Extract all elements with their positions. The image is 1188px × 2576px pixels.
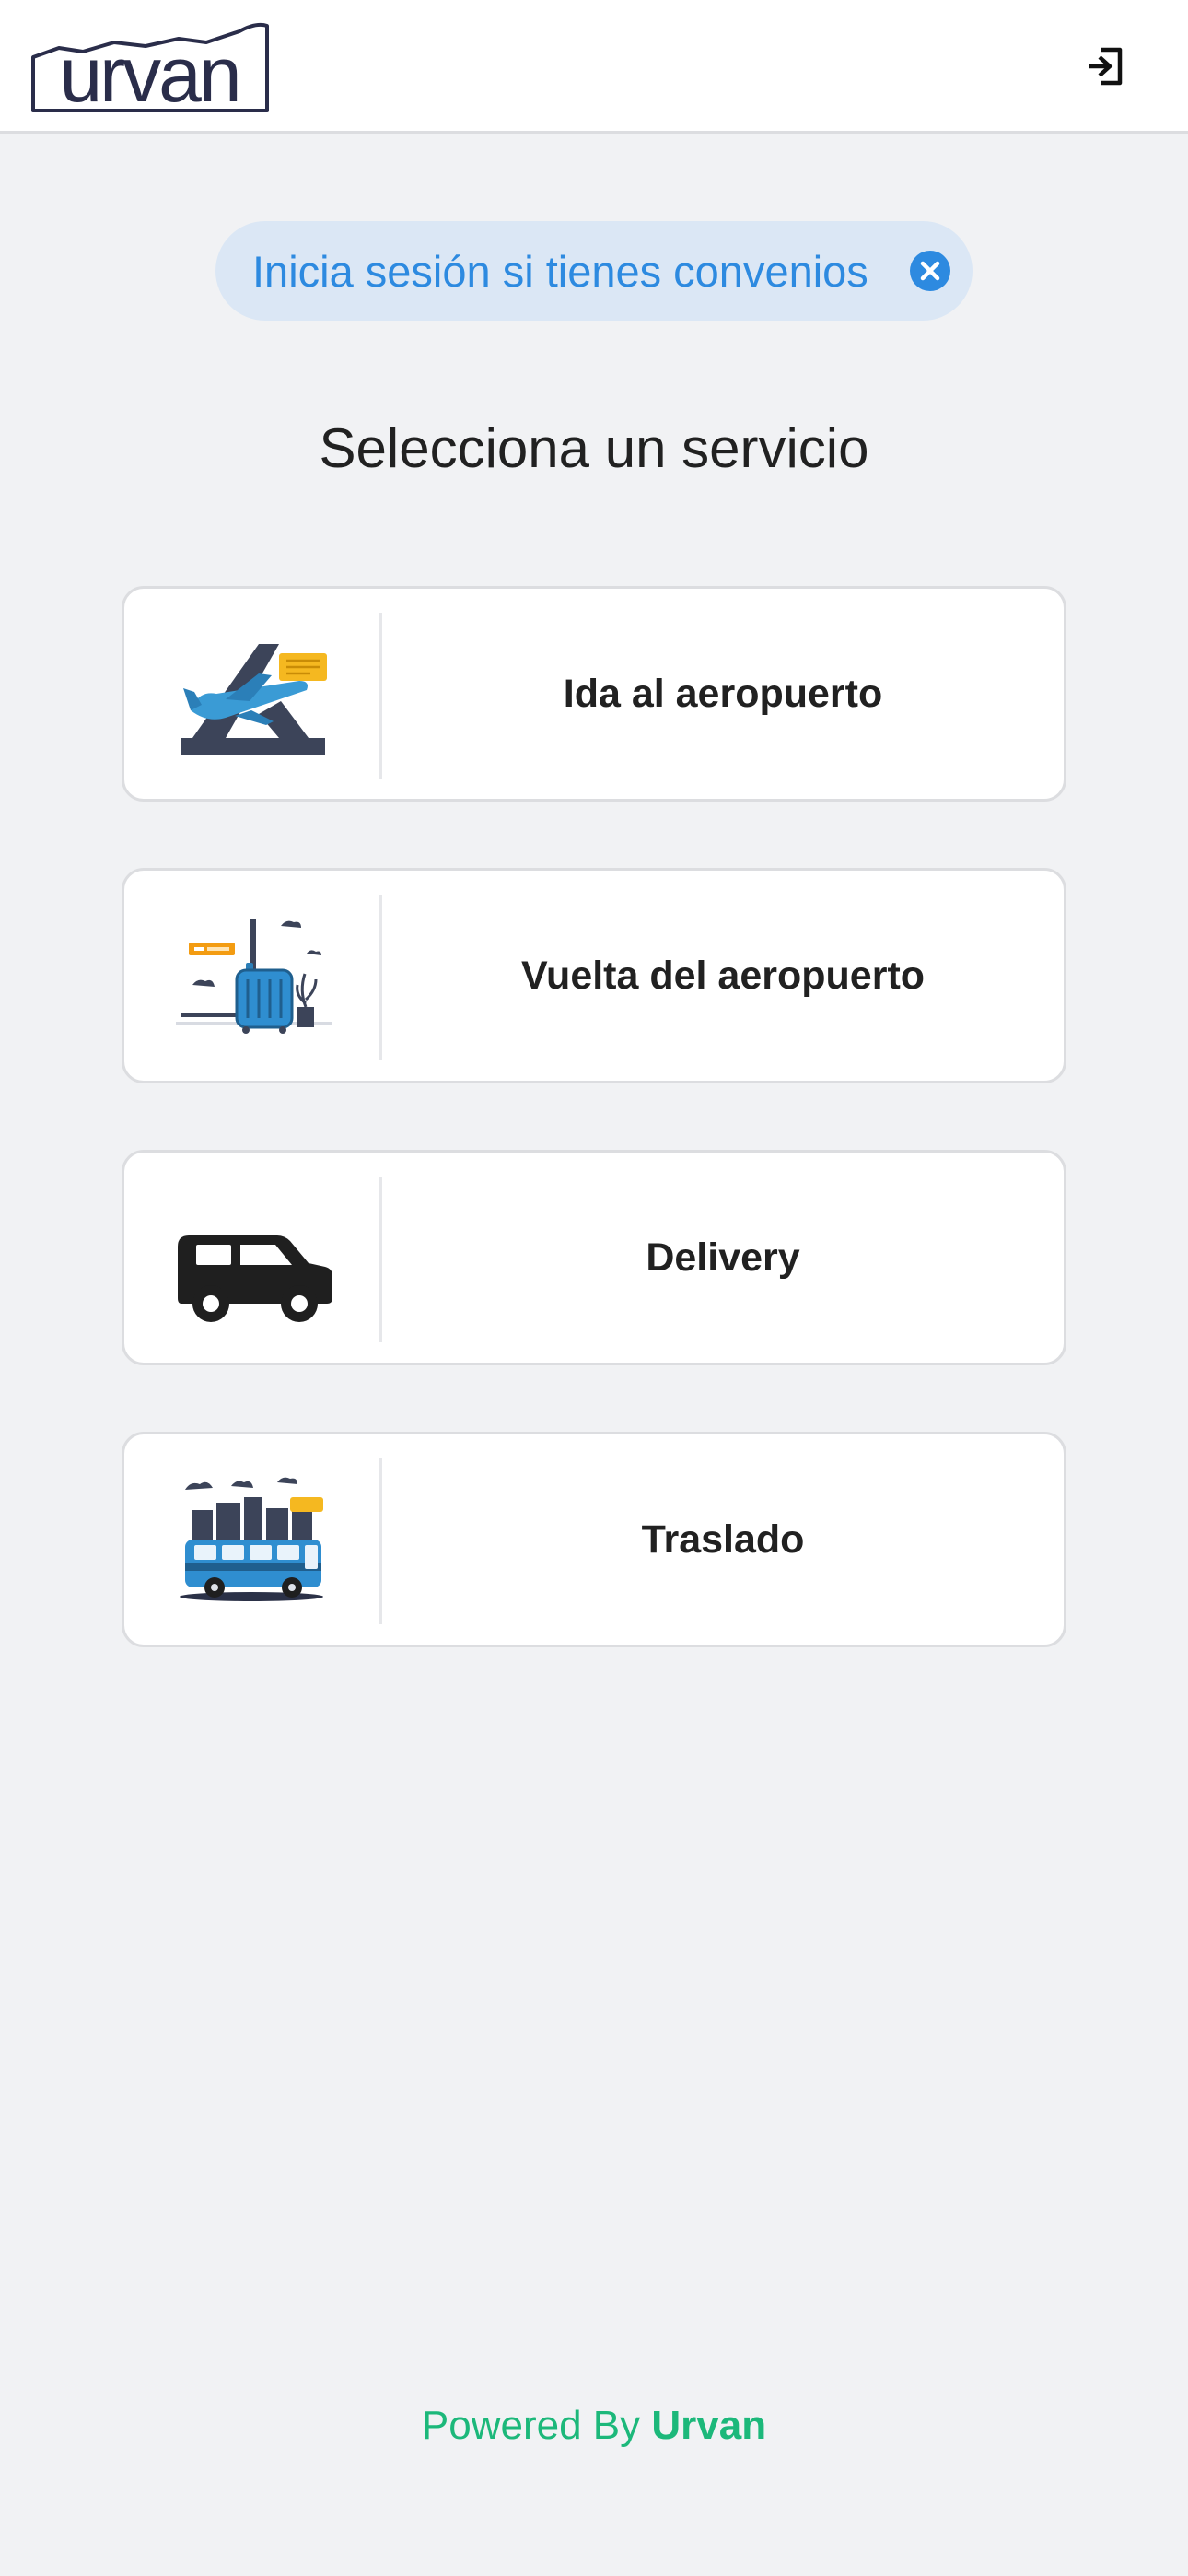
footer-brand-link[interactable]: Urvan <box>651 2403 766 2448</box>
van-icon <box>178 1235 332 1322</box>
close-circle-icon <box>910 251 950 291</box>
banner-text[interactable]: Inicia sesión si tienes convenios <box>252 246 868 297</box>
service-card-vuelta-aeropuerto[interactable]: Vuelta del aeropuerto <box>122 868 1066 1083</box>
app-header: urvan <box>0 0 1188 134</box>
powered-by-footer: Powered By Urvan <box>0 2403 1188 2449</box>
service-thumb <box>170 1471 336 1610</box>
service-card-delivery[interactable]: Delivery <box>122 1150 1066 1365</box>
footer-prefix: Powered By <box>421 2403 641 2448</box>
login-icon <box>1089 47 1123 86</box>
urvan-logo[interactable]: urvan <box>26 20 273 116</box>
bus-transfer-icon <box>180 1477 323 1601</box>
service-card-traslado[interactable]: Traslado <box>122 1432 1066 1647</box>
service-thumb <box>170 907 336 1046</box>
service-label: Delivery <box>646 1235 800 1280</box>
service-thumb <box>170 626 336 764</box>
airplane-departure-icon <box>181 644 327 755</box>
login-button[interactable] <box>1074 39 1136 94</box>
service-label: Vuelta del aeropuerto <box>520 953 926 998</box>
luggage-arrival-icon <box>176 919 332 1034</box>
service-label: Ida al aeropuerto <box>563 671 883 716</box>
service-thumb <box>170 1189 336 1328</box>
logo-text: urvan <box>59 31 239 116</box>
service-card-ida-aeropuerto[interactable]: Ida al aeropuerto <box>122 586 1066 802</box>
service-label: Traslado <box>641 1516 805 1562</box>
page-title: Selecciona un servicio <box>319 417 869 479</box>
agreements-banner[interactable]: Inicia sesión si tienes convenios <box>215 221 973 321</box>
banner-close-button[interactable] <box>910 251 950 291</box>
